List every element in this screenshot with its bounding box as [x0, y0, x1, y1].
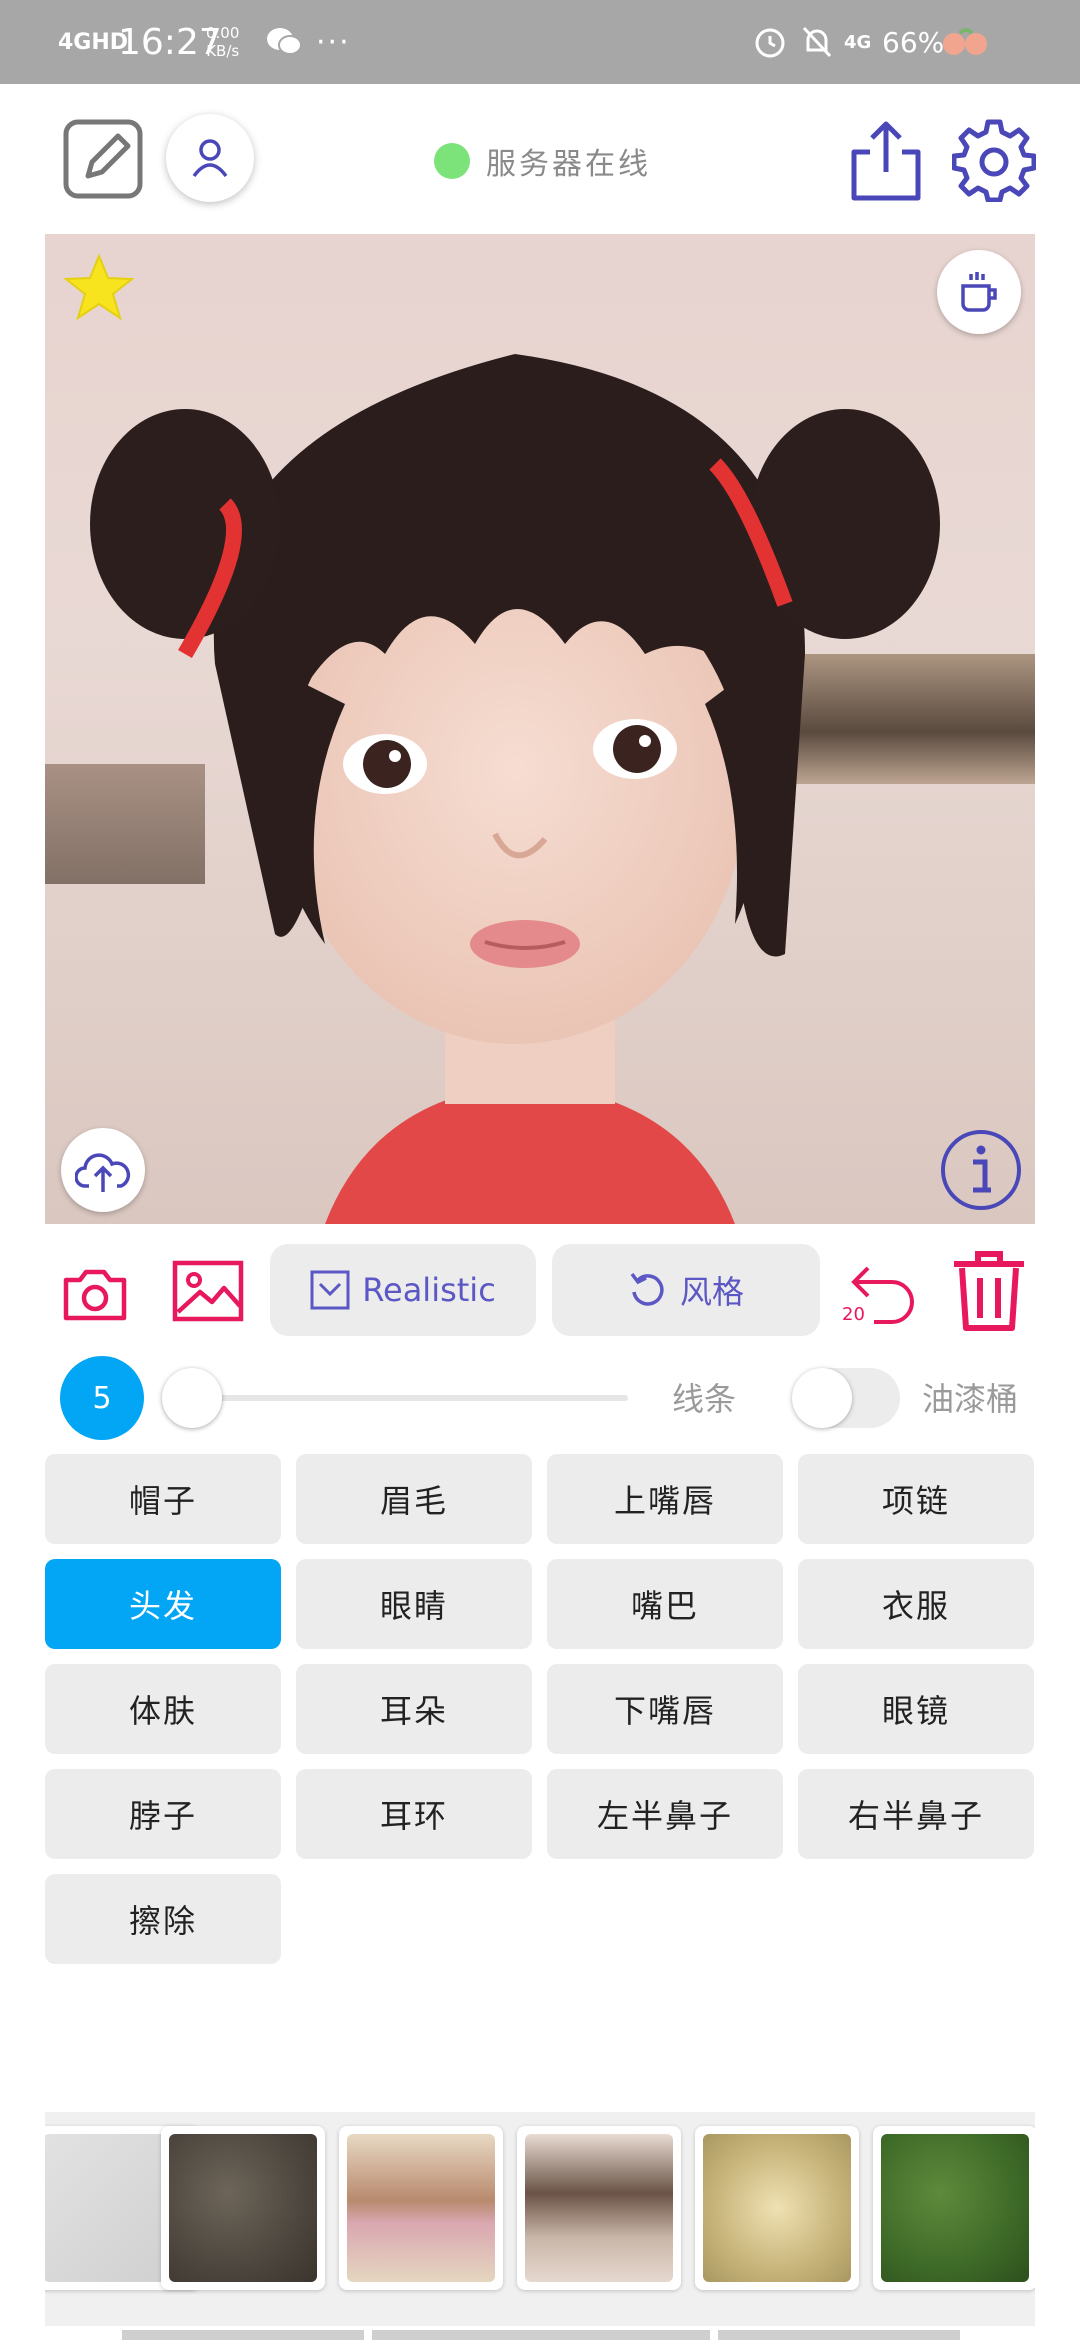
- server-status: 服务器在线: [434, 136, 651, 186]
- status-bar: 4GHD 16:27 0.00 KB/s ··· 4G 66%: [0, 0, 1080, 84]
- speed-value: 0.00: [206, 24, 240, 42]
- generated-portrait: [90, 354, 940, 1224]
- brush-size-slider-handle[interactable]: [162, 1368, 222, 1428]
- edit-icon: [63, 119, 143, 199]
- settings-button[interactable]: [951, 118, 1037, 203]
- part-button[interactable]: 耳环: [296, 1769, 532, 1859]
- user-profile-button[interactable]: [166, 114, 254, 202]
- alarm-icon: [752, 0, 788, 84]
- texture-thumbnail[interactable]: [873, 2126, 1035, 2290]
- strip-scroll-segment: [372, 2330, 710, 2340]
- texture-swatch: [881, 2134, 1029, 2282]
- camera-icon: [63, 1269, 127, 1321]
- style-select-button[interactable]: Realistic: [270, 1244, 536, 1336]
- texture-thumbnail[interactable]: [695, 2126, 859, 2290]
- wechat-icon: [266, 0, 302, 84]
- image-icon: [172, 1260, 244, 1322]
- texture-swatch: [347, 2134, 495, 2282]
- texture-swatch: [525, 2134, 673, 2282]
- tool-row: Realistic 风格 20: [0, 1240, 1080, 1340]
- bucket-toggle-handle[interactable]: [792, 1368, 852, 1428]
- online-indicator-icon: [434, 143, 470, 179]
- part-button[interactable]: 衣服: [798, 1559, 1034, 1649]
- favorite-star-icon[interactable]: [63, 252, 135, 324]
- mute-icon: [800, 0, 834, 84]
- donate-coffee-button[interactable]: [937, 250, 1021, 334]
- texture-swatch: [703, 2134, 851, 2282]
- rotate-left-icon: [628, 1270, 668, 1310]
- part-selector-grid: 帽子 眉毛 上嘴唇 项链头发 眼睛 嘴巴 衣服体肤 耳朵 下嘴唇 眼镜脖子 耳环 左半鼻子 右半鼻子擦除: [45, 1454, 1035, 1964]
- draw-edit-button[interactable]: [62, 118, 144, 200]
- top-bar: 服务器在线: [0, 84, 1080, 234]
- part-button[interactable]: 耳朵: [296, 1664, 532, 1754]
- part-button[interactable]: 脖子: [45, 1769, 281, 1859]
- dropdown-box-icon: [310, 1270, 350, 1310]
- part-button[interactable]: 眉毛: [296, 1454, 532, 1544]
- part-button[interactable]: 体肤: [45, 1664, 281, 1754]
- line-mode-label: 线条: [672, 1380, 737, 1418]
- brush-size-slider[interactable]: [190, 1395, 628, 1401]
- server-status-text: 服务器在线: [486, 147, 651, 182]
- battery-level: 66%: [882, 25, 945, 59]
- signal-4g: 4G: [844, 31, 872, 53]
- info-icon: [941, 1130, 1021, 1210]
- style-label: 风格: [679, 1273, 744, 1311]
- more-notifications-icon: ···: [316, 24, 351, 60]
- share-icon: [851, 121, 921, 201]
- part-button[interactable]: 项链: [798, 1454, 1034, 1544]
- brush-size-badge: 5: [60, 1356, 144, 1440]
- part-button[interactable]: 擦除: [45, 1874, 281, 1964]
- part-button[interactable]: 右半鼻子: [798, 1769, 1034, 1859]
- network-speed: 0.00 KB/s: [206, 0, 239, 84]
- part-button[interactable]: 嘴巴: [547, 1559, 783, 1649]
- texture-thumbnail[interactable]: [517, 2126, 681, 2290]
- cloud-upload-icon: [75, 1153, 131, 1192]
- camera-button[interactable]: [62, 1266, 128, 1322]
- bucket-mode-label: 油漆桶: [922, 1380, 1019, 1418]
- brush-controls: 5 线条 油漆桶: [0, 1352, 1080, 1442]
- undo-count: 20: [842, 1304, 865, 1325]
- texture-strip[interactable]: [45, 2112, 1035, 2326]
- part-button[interactable]: 帽子: [45, 1454, 281, 1544]
- strip-scroll-segment: [718, 2330, 960, 2340]
- drawing-canvas[interactable]: [45, 234, 1035, 1224]
- part-button[interactable]: 下嘴唇: [547, 1664, 783, 1754]
- trash-icon: [954, 1251, 1024, 1331]
- part-button[interactable]: 头发: [45, 1559, 281, 1649]
- coffee-cup-icon: [961, 272, 997, 312]
- gallery-button[interactable]: [172, 1260, 244, 1322]
- part-button[interactable]: 左半鼻子: [547, 1769, 783, 1859]
- part-button[interactable]: 眼镜: [798, 1664, 1034, 1754]
- strip-scroll-segment: [122, 2330, 364, 2340]
- gear-icon: [951, 119, 1037, 203]
- style-button[interactable]: 风格: [552, 1244, 820, 1336]
- cloud-upload-button[interactable]: [61, 1128, 145, 1212]
- user-icon: [192, 139, 228, 178]
- texture-thumbnail[interactable]: [339, 2126, 503, 2290]
- peach-icon: [940, 0, 996, 84]
- style-select-label: Realistic: [362, 1271, 496, 1309]
- texture-thumbnail[interactable]: [161, 2126, 325, 2290]
- delete-button[interactable]: [950, 1248, 1028, 1334]
- part-button[interactable]: 上嘴唇: [547, 1454, 783, 1544]
- share-button[interactable]: [848, 118, 924, 204]
- info-button[interactable]: [939, 1128, 1023, 1212]
- part-button[interactable]: 眼睛: [296, 1559, 532, 1649]
- speed-unit: KB/s: [206, 42, 240, 60]
- texture-swatch: [169, 2134, 317, 2282]
